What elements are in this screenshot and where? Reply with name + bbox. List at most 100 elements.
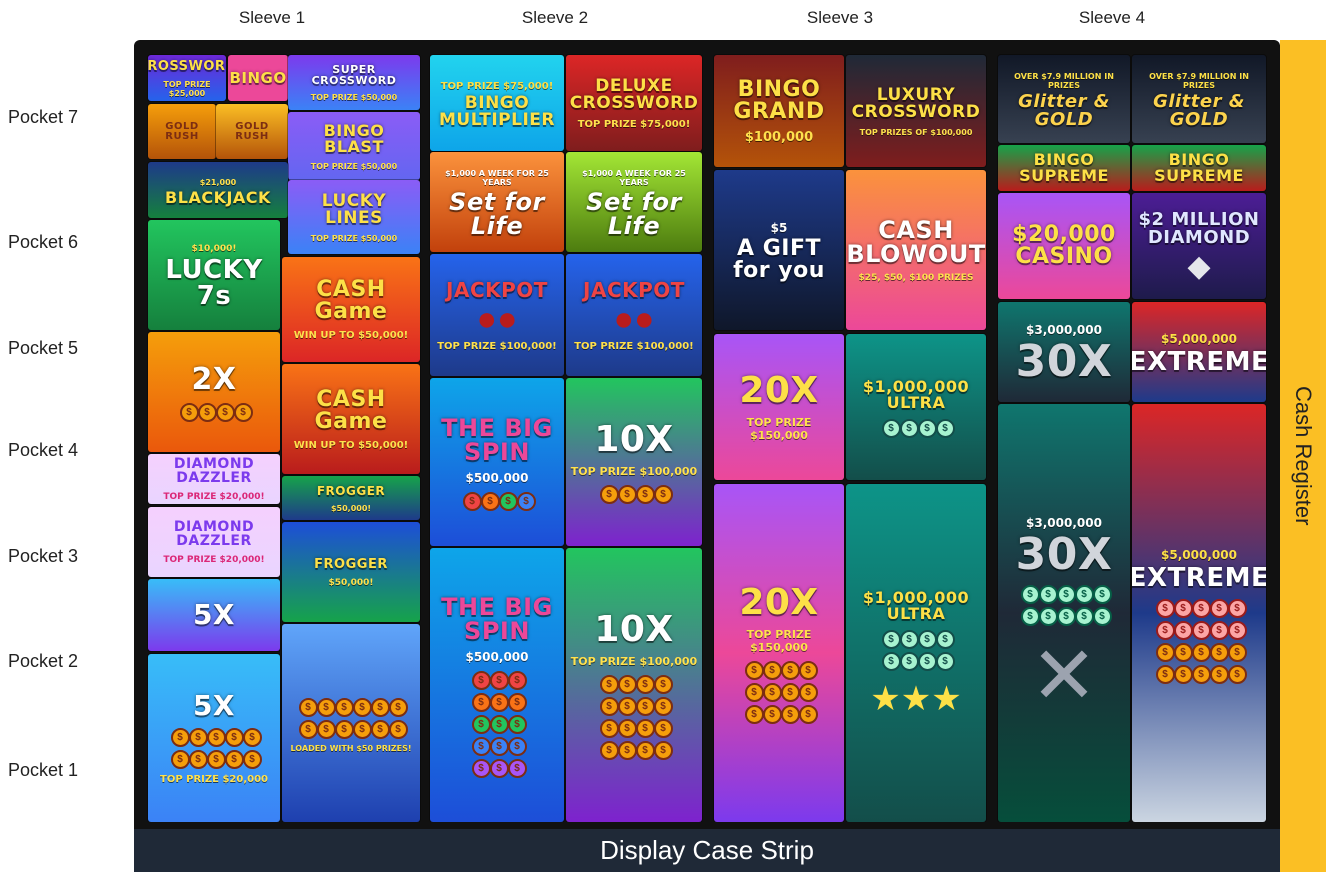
ticket-title: CASH BLOWOUT xyxy=(846,216,986,268)
ticket-prize: TOP PRIZE $50,000 xyxy=(310,93,398,102)
ticket-diamond-dazzler-2[interactable]: DIAMOND DAZZLER TOP PRIZE $20,000! xyxy=(148,507,280,577)
ticket-bingo-blast[interactable]: BINGO BLAST TOP PRIZE $50,000 xyxy=(288,112,420,180)
ticket-title: 20X xyxy=(739,370,819,411)
ticket-title: Glitter & GOLD xyxy=(1153,91,1245,130)
cherry-icon: ●● xyxy=(613,299,655,338)
register-label: Cash Register xyxy=(1291,386,1316,526)
ticket-title: CROSSWORD xyxy=(148,58,226,74)
ticket-diamond-dazzler-1[interactable]: DIAMOND DAZZLER TOP PRIZE $20,000! xyxy=(148,454,280,504)
ticket-prize: $5,000,000 xyxy=(1161,547,1237,562)
ticket-prize: TOP PRIZE $20,000 xyxy=(160,774,268,785)
ticket-glitter-gold-1[interactable]: OVER $7.9 MILLION IN PRIZES Glitter & GO… xyxy=(998,55,1130,143)
ticket-cash-game-2[interactable]: CASH Game WIN UP TO $50,000! xyxy=(282,364,420,474)
ticket-prize: $21,000 xyxy=(199,177,237,187)
ticket-crossword[interactable]: CROSSWORD TOP PRIZE $25,000 xyxy=(148,55,226,101)
ticket-prize: $25, $50, $100 PRIZES xyxy=(858,273,974,283)
ticket-blackjack[interactable]: $21,000 BLACKJACK xyxy=(148,162,288,218)
star-icon: ★★★ xyxy=(870,679,962,718)
ticket-title: CASH Game xyxy=(314,277,388,324)
sleeve-label-4: Sleeve 4 xyxy=(1078,8,1146,27)
ticket-bingo-grand[interactable]: BINGO GRAND $100,000 xyxy=(714,55,844,167)
ticket-set-for-life-2[interactable]: $1,000 A WEEK FOR 25 YEARS Set for Life xyxy=(566,152,702,252)
sleeve-label-2: Sleeve 2 xyxy=(521,8,589,27)
ticket-prize: $1,000 A WEEK FOR 25 YEARS xyxy=(582,169,686,187)
ticket-frogger-1[interactable]: FROGGER $50,000! xyxy=(282,476,420,520)
ticket-2-million-diamond[interactable]: $2 MILLION DIAMOND ◆ xyxy=(1132,193,1266,299)
ticket-gold-rush-1[interactable]: GOLD RUSH xyxy=(148,104,216,159)
sleeve-3: BINGO GRAND $100,000 LUXURY CROSSWORD TO… xyxy=(712,52,988,822)
ticket-title: $2 MILLION DIAMOND xyxy=(1138,208,1260,248)
pocket-label-1: Pocket 1 xyxy=(8,760,79,780)
pocket-label-2: Pocket 2 xyxy=(8,651,79,671)
ticket-title: EXTREME xyxy=(1132,562,1266,593)
ticket-title: 5X xyxy=(192,598,236,631)
ticket-title: THE BIG SPIN xyxy=(441,592,553,645)
ticket-title: 10X xyxy=(594,609,674,650)
ticket-big-spin-2[interactable]: THE BIG SPIN $500,000 $ $ $ $ $ $ $ $ $ $ $ $ $ $… xyxy=(430,548,564,822)
ticket-prize: $10,000! xyxy=(191,244,237,254)
ticket-title: LUCKY LINES xyxy=(321,190,387,228)
ticket-luxury-crossword[interactable]: LUXURY CROSSWORD TOP PRIZES OF $100,000 xyxy=(846,55,986,167)
ticket-gold-rush-2[interactable]: GOLD RUSH xyxy=(216,104,288,159)
ticket-20x-1[interactable]: 20X TOP PRIZE $150,000 xyxy=(714,334,844,480)
ticket-cash-game-1[interactable]: CASH Game WIN UP TO $50,000! xyxy=(282,257,420,362)
ticket-lucky-7s[interactable]: $10,000! LUCKY 7s xyxy=(148,220,280,330)
ticket-20x-2[interactable]: 20X TOP PRIZE $150,000 $ $ $ $ $ $ $ $ $ $ $ $ xyxy=(714,484,844,822)
ticket-10x-1[interactable]: 10X TOP PRIZE $100,000 $ $ $ $ xyxy=(566,378,702,546)
ticket-ultra-2[interactable]: $1,000,000 ULTRA $ $ $ $ $ $ $ $ ★★★ xyxy=(846,484,986,822)
ticket-prize: $50,000! xyxy=(330,503,372,513)
ticket-set-for-life-1[interactable]: $1,000 A WEEK FOR 25 YEARS Set for Life xyxy=(430,152,564,252)
ticket-prize: $100,000 xyxy=(744,129,814,145)
ticket-title: BLACKJACK xyxy=(165,187,271,207)
ticket-bingo-supreme-1[interactable]: BINGO SUPREME xyxy=(998,145,1130,191)
ticket-jackpot-2[interactable]: JACKPOT ●● TOP PRIZE $100,000! xyxy=(566,254,702,376)
ticket-title: BINGO MULTIPLIER xyxy=(439,92,555,130)
ticket-bingo-supreme-2[interactable]: BINGO SUPREME xyxy=(1132,145,1266,191)
pocket-label-4: Pocket 4 xyxy=(8,440,79,460)
ticket-prize: $500,000 xyxy=(465,470,529,485)
ticket-ultra-1[interactable]: $1,000,000 ULTRA $ $ $ $ xyxy=(846,334,986,480)
ticket-game-board[interactable]: $ $ $ $ $ $ $ $ $ $ $ $ LOADED WITH $50 PRIZES! xyxy=(282,624,420,822)
x-icon: ✕ xyxy=(1030,630,1098,720)
ticket-5x-2[interactable]: 5X $ $ $ $ $ $ $ $ $ $ TOP PRIZE $20,000 xyxy=(148,654,280,822)
ticket-deluxe-crossword[interactable]: DELUXE CROSSWORD TOP PRIZE $75,000! xyxy=(566,55,702,151)
ticket-prize: TOP PRIZES OF $100,000 xyxy=(859,127,973,137)
ticket-glitter-gold-2[interactable]: OVER $7.9 MILLION IN PRIZES Glitter & GO… xyxy=(1132,55,1266,143)
ticket-prize: TOP PRIZE $20,000! xyxy=(163,555,265,565)
ticket-2x[interactable]: 2X $ $ $ $ xyxy=(148,332,280,452)
ticket-title: 30X xyxy=(1015,336,1113,387)
ticket-bingo-multiplier[interactable]: TOP PRIZE $75,000! BINGO MULTIPLIER xyxy=(430,55,564,151)
ticket-prize: WIN UP TO $50,000! xyxy=(293,330,409,341)
ticket-lucky-lines[interactable]: LUCKY LINES TOP PRIZE $50,000 xyxy=(288,180,420,254)
ticket-extreme-2[interactable]: $5,000,000 EXTREME $ $ $ $ $ $ $ $ $ $ $ $ $ $ $ $ $ $… xyxy=(1132,404,1266,822)
ticket-jackpot-1[interactable]: JACKPOT ●● TOP PRIZE $100,000! xyxy=(430,254,564,376)
ticket-30x-2[interactable]: $3,000,000 30X $ $ $ $ $ $ $ $ $ $ ✕ xyxy=(998,404,1130,822)
sleeve-2: TOP PRIZE $75,000! BINGO MULTIPLIER DELU… xyxy=(428,52,704,822)
ticket-gift-for-you[interactable]: $5 A GIFT for you xyxy=(714,170,844,330)
ticket-title: $1,000,000 ULTRA xyxy=(862,587,970,623)
display-case-strip: Display Case Strip xyxy=(134,829,1280,872)
ticket-30x-1[interactable]: $3,000,000 30X xyxy=(998,302,1130,402)
ticket-big-spin-1[interactable]: THE BIG SPIN $500,000 $ $ $ $ xyxy=(430,378,564,546)
ticket-prize: WIN UP TO $50,000! xyxy=(293,439,409,451)
ticket-casino[interactable]: $20,000 CASINO xyxy=(998,193,1130,299)
ticket-prize: $50,000! xyxy=(328,577,374,588)
ticket-prize: TOP PRIZE $100,000! xyxy=(574,340,694,352)
ticket-5x-1[interactable]: 5X xyxy=(148,579,280,651)
ticket-title: BINGO GRAND xyxy=(733,76,825,124)
ticket-prize: TOP PRIZE $20,000! xyxy=(163,492,265,502)
ticket-title: FROGGER xyxy=(316,483,386,498)
ticket-cash-blowout[interactable]: CASH BLOWOUT $25, $50, $100 PRIZES xyxy=(846,170,986,330)
ticket-frogger-2[interactable]: FROGGER $50,000! xyxy=(282,522,420,622)
ticket-prize: TOP PRIZE $100,000! xyxy=(437,340,557,352)
ticket-prize: OVER $7.9 MILLION IN PRIZES xyxy=(1149,72,1249,90)
ticket-prize: TOP PRIZE $75,000! xyxy=(577,118,691,130)
ticket-extreme-1[interactable]: $5,000,000 EXTREME xyxy=(1132,302,1266,402)
ticket-bingo[interactable]: BINGO xyxy=(228,55,288,101)
ticket-title: DIAMOND DAZZLER xyxy=(173,519,255,549)
ticket-prize: TOP PRIZE $100,000 xyxy=(570,465,698,478)
ticket-10x-2[interactable]: 10X TOP PRIZE $100,000 $ $ $ $ $ $ $ $ $ $ $ $ $ $… xyxy=(566,548,702,822)
pocket-label-6: Pocket 6 xyxy=(8,232,79,252)
ticket-prize: TOP PRIZE $25,000 xyxy=(163,79,211,98)
ticket-super-crossword[interactable]: SUPER CROSSWORD TOP PRIZE $50,000 xyxy=(288,55,420,110)
